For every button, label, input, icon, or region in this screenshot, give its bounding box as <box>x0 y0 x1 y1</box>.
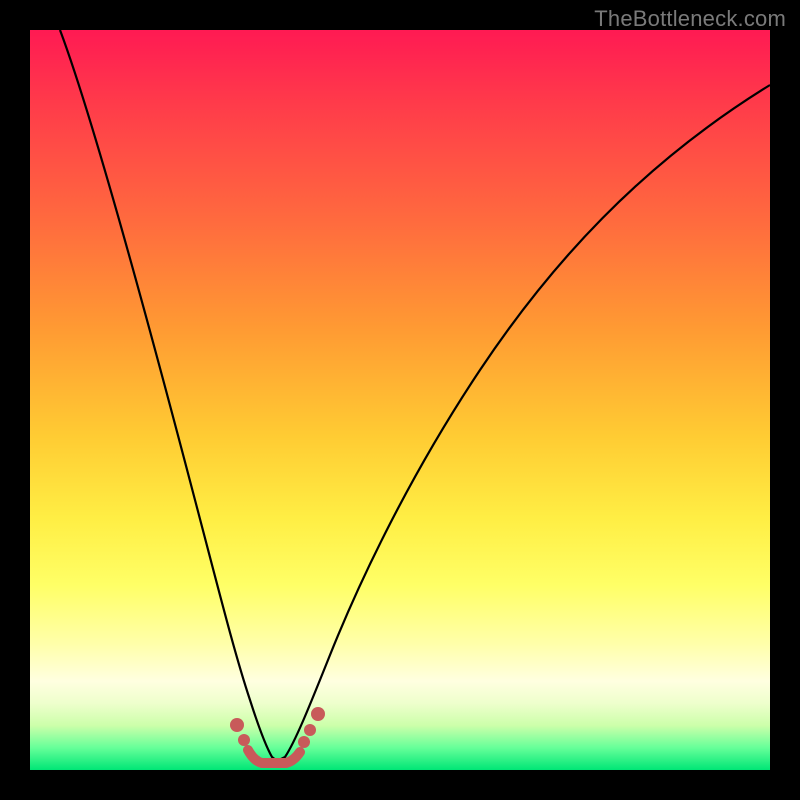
bottleneck-curve <box>60 30 770 761</box>
marker-dot <box>304 724 316 736</box>
watermark-text: TheBottleneck.com <box>594 6 786 32</box>
marker-dot <box>311 707 325 721</box>
chart-svg <box>30 30 770 770</box>
chart-frame: TheBottleneck.com <box>0 0 800 800</box>
marker-dot <box>230 718 244 732</box>
marker-dot <box>298 736 310 748</box>
marker-dot <box>238 734 250 746</box>
marker-bracket <box>248 750 300 763</box>
plot-area <box>30 30 770 770</box>
